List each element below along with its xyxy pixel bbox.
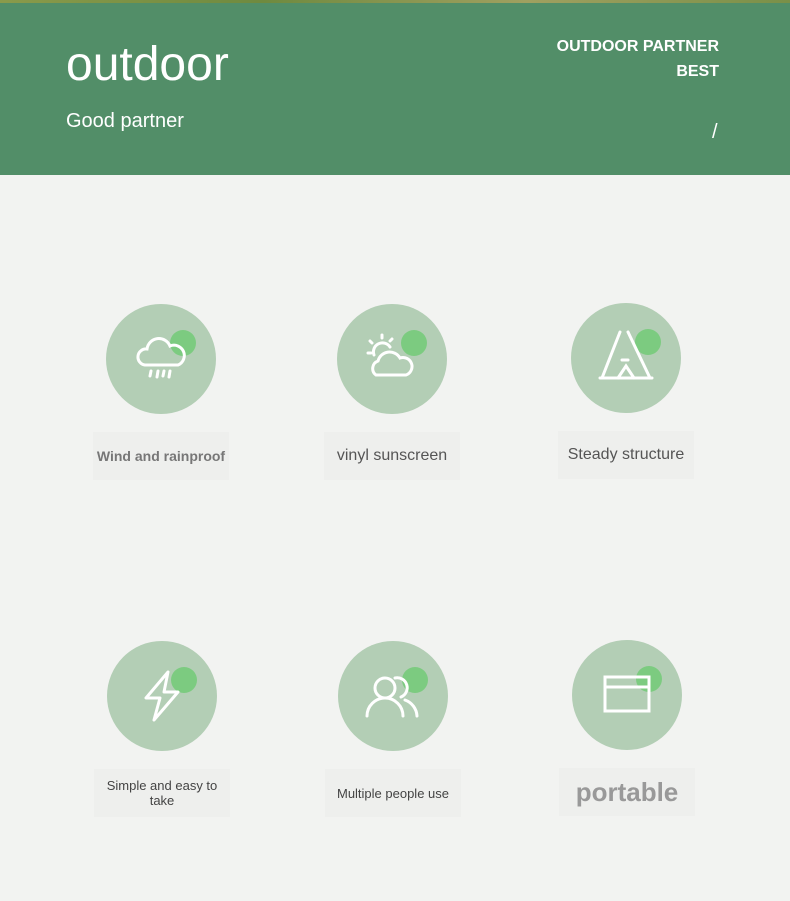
feature-label: vinyl sunscreen — [324, 432, 460, 480]
sun-cloud-icon — [366, 333, 414, 377]
feature-label: Multiple people use — [325, 769, 461, 817]
feature-circle — [572, 640, 682, 750]
window-icon — [603, 675, 651, 713]
feature-circle — [107, 641, 217, 751]
tent-icon — [598, 330, 654, 380]
people-icon — [365, 676, 419, 718]
feature-label: portable — [559, 768, 695, 816]
feature-circle — [337, 304, 447, 414]
feature-circle — [338, 641, 448, 751]
tagline: OUTDOOR PARTNER BEST — [557, 34, 719, 84]
tagline-line-1: OUTDOOR PARTNER — [556, 38, 719, 55]
lightning-icon — [144, 670, 180, 722]
feature-label: Simple and easy to take — [94, 769, 230, 817]
cloud-rain-icon — [136, 337, 186, 379]
feature-label: Steady structure — [558, 431, 694, 479]
feature-label: Wind and rainproof — [93, 432, 229, 480]
page-subtitle: Good partner — [66, 110, 184, 132]
feature-circle — [571, 303, 681, 413]
feature-circle — [106, 304, 216, 414]
slash-mark: / — [712, 121, 718, 143]
header-banner: outdoor Good partner OUTDOOR PARTNER BES… — [0, 3, 790, 175]
tagline-line-2: BEST — [676, 63, 719, 80]
page-title: outdoor — [66, 38, 229, 91]
